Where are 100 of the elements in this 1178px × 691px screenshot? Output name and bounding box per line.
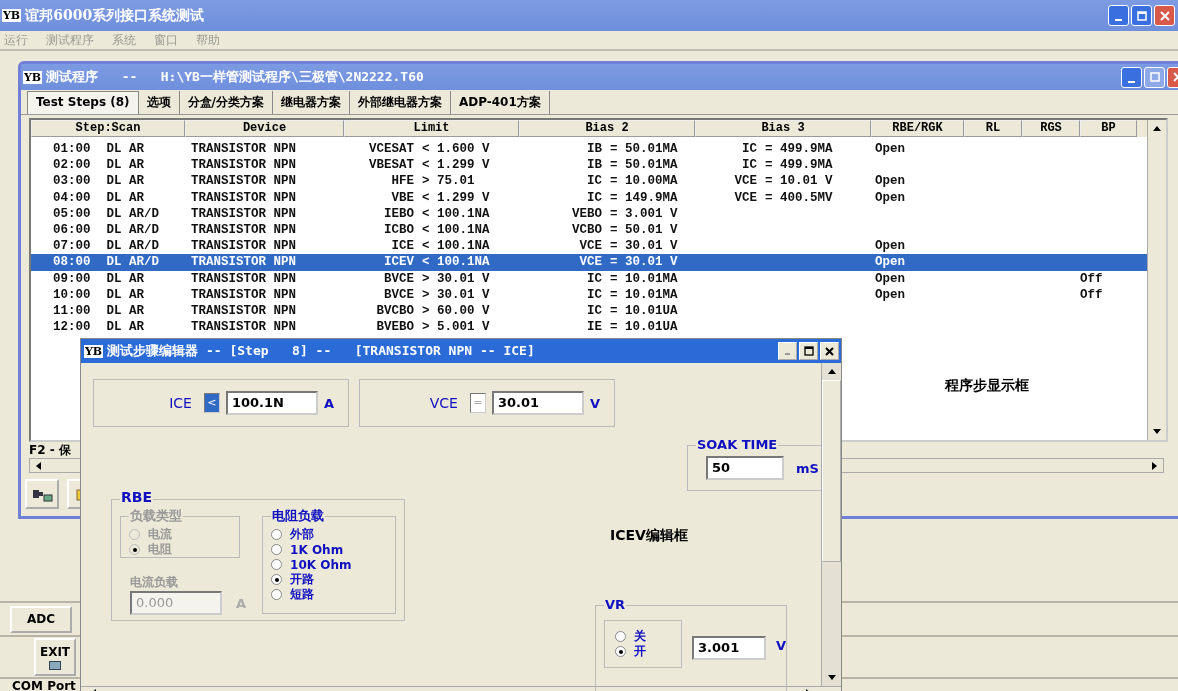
table-cell: DL AR/D xyxy=(106,238,160,255)
table-cell: 07:00 xyxy=(53,238,91,255)
table-cell-text: VCESAT xyxy=(368,141,414,158)
table-cell-text: IB xyxy=(586,141,602,158)
table-row[interactable]: 12:00 DL AR TRANSISTOR NPN BVEBO > 5.001 V IE = 10.01UA xyxy=(31,319,1147,336)
table-cell: DL AR xyxy=(106,141,145,158)
table-row[interactable]: 06:00 DL AR/D TRANSISTOR NPN ICBO < 100.1NA VCBO = 50.01 V xyxy=(31,221,1147,239)
table-cell-text: IC xyxy=(741,141,757,158)
table-cell-text: IC xyxy=(586,270,602,287)
table-row[interactable]: 09:00 DL AR TRANSISTOR NPN BVCE > 30.01 V IC = 10.01MA Open Off xyxy=(31,270,1147,287)
parameter-label: VCE xyxy=(429,395,458,411)
column-header[interactable]: Bias 2 xyxy=(519,120,695,137)
radio-label: 电流 xyxy=(148,526,172,543)
table-cell: = 499.9MA xyxy=(765,141,833,158)
tab[interactable]: 继电器方案 xyxy=(272,91,350,114)
unit-label: A xyxy=(236,595,247,611)
window-title: 测试程序 -- H:\YB一样管测试程序\三极管\2N2222.T60 xyxy=(46,68,425,86)
group-title: 电阻负载 xyxy=(271,508,326,523)
table-cell: < 1.600 V xyxy=(422,141,490,158)
table-cell: DL AR xyxy=(106,173,145,190)
table-cell-text: HFE xyxy=(390,173,414,190)
radio-button[interactable] xyxy=(615,631,626,642)
minimize-button[interactable] xyxy=(1121,66,1142,88)
value-field[interactable]: 30.01 xyxy=(491,391,584,415)
column-header[interactable]: Bias 3 xyxy=(695,120,871,137)
value-field[interactable]: 100.1N xyxy=(225,391,318,415)
table-cell-text: VCE xyxy=(578,254,602,271)
maximize-button[interactable] xyxy=(799,342,818,360)
minimize-button[interactable] xyxy=(1108,5,1129,26)
table-cell-text: ICBO xyxy=(383,221,414,239)
table-cell-text: Open xyxy=(874,238,905,255)
table-cell: 01:00 xyxy=(53,141,91,158)
radio-label: 关 xyxy=(634,628,646,645)
table-caption: 程序步显示框 xyxy=(945,377,1029,396)
table-cell: > 75.01 xyxy=(422,173,475,190)
parameter-label: ICE xyxy=(169,395,192,411)
table-row[interactable]: 05:00 DL AR/D TRANSISTOR NPN IEBO < 100.1NA VEBO = 3.001 V xyxy=(31,205,1147,222)
table-cell: = 10.00MA xyxy=(610,173,678,190)
comparison-selector[interactable]: < xyxy=(203,393,220,413)
table-row[interactable]: 07:00 DL AR/D TRANSISTOR NPN ICE < 100.1NA VCE = 30.01 V Open xyxy=(31,238,1147,255)
radio-button[interactable] xyxy=(271,589,283,600)
table-cell-text: IC xyxy=(586,189,602,206)
table-cell: < 100.1NA xyxy=(422,221,490,239)
table-row[interactable]: 04:00 DL AR TRANSISTOR NPN VBE < 1.299 V IC = 149.9MA VCE = 400.5MV Open xyxy=(31,189,1147,206)
exit-button[interactable]: EXIT xyxy=(34,638,76,676)
toolbar-button[interactable] xyxy=(25,479,59,509)
column-header[interactable]: Device xyxy=(185,120,344,137)
adc-button[interactable]: ADC xyxy=(10,605,72,633)
table-cell: 02:00 xyxy=(53,157,91,174)
table-cell: 06:00 xyxy=(53,221,91,239)
table-cell: 12:00 xyxy=(53,319,91,336)
table-row[interactable]: 02:00 DL AR TRANSISTOR NPN VBESAT < 1.299 V IB = 50.01MA IC = 499.9MA xyxy=(31,157,1147,174)
table-cell: 08:00 xyxy=(53,254,91,271)
radio-button[interactable] xyxy=(615,646,626,657)
tab[interactable]: 分盒/分类方案 xyxy=(179,91,273,114)
column-header[interactable]: Step:Scan xyxy=(31,120,185,137)
close-button[interactable] xyxy=(820,342,839,360)
tab[interactable]: Test Steps (8) xyxy=(27,91,139,114)
table-row[interactable]: 11:00 DL AR TRANSISTOR NPN BVCBO > 60.00 V IC = 10.01UA xyxy=(31,302,1147,320)
vr-voltage-field[interactable]: 3.001 xyxy=(692,636,766,660)
table-cell: = 400.5MV xyxy=(765,189,833,206)
group-title: VR xyxy=(604,597,627,612)
table-cell-text: TRANSISTOR NPN xyxy=(190,270,297,287)
minimize-icon xyxy=(1128,80,1135,83)
tab[interactable]: 外部继电器方案 xyxy=(349,91,451,114)
table-cell-text: ICEV xyxy=(383,254,414,271)
table-cell: DL AR xyxy=(106,319,145,336)
table-cell: < 100.1NA xyxy=(422,205,490,222)
left-arrow-icon xyxy=(36,461,41,470)
vertical-scrollbar[interactable] xyxy=(821,363,841,686)
table-row[interactable]: 10:00 DL AR TRANSISTOR NPN BVCE > 30.01 V IC = 10.01MA Open Off xyxy=(31,286,1147,303)
table-cell-text: VCE xyxy=(578,238,602,255)
table-row[interactable]: 03:00 DL AR TRANSISTOR NPN HFE > 75.01 IC = 10.00MA VCE = 10.01 V Open xyxy=(31,173,1147,190)
radio-button[interactable] xyxy=(271,544,283,555)
unit-label: V xyxy=(775,638,786,653)
radio-button[interactable] xyxy=(271,574,283,585)
tab[interactable]: 选项 xyxy=(138,91,180,114)
column-header[interactable]: RBE/RGK xyxy=(871,120,964,137)
minimize-icon xyxy=(1115,19,1122,21)
app-logo: YB xyxy=(2,9,22,22)
table-cell-text: BVCBO xyxy=(375,302,414,320)
com-port-label: COM Port xyxy=(12,679,76,691)
column-header[interactable]: RL xyxy=(964,120,1022,137)
table-cell-text: TRANSISTOR NPN xyxy=(190,302,297,320)
soak-time-field[interactable]: 50 xyxy=(706,456,784,480)
column-header[interactable]: Limit xyxy=(344,120,519,137)
radio-button[interactable] xyxy=(271,559,283,570)
table-cell: DL AR/D xyxy=(106,205,160,222)
tab[interactable]: ADP-401方案 xyxy=(450,91,550,114)
scroll-thumb[interactable] xyxy=(822,380,841,562)
column-header[interactable]: RGS xyxy=(1022,120,1080,137)
table-row[interactable]: 08:00 DL AR/D TRANSISTOR NPN ICEV < 100.1NA VCE = 30.01 V Open xyxy=(31,254,1147,271)
radio-button[interactable] xyxy=(271,529,283,540)
table-cell-text: IC xyxy=(586,173,602,190)
table-row[interactable]: 01:00 DL AR TRANSISTOR NPN VCESAT < 1.600 V IB = 50.01MA IC = 499.9MA Open xyxy=(31,141,1147,158)
table-cell: DL AR xyxy=(106,157,145,174)
table-cell-text: TRANSISTOR NPN xyxy=(190,238,297,255)
table-cell: Off xyxy=(1080,286,1103,303)
vertical-scrollbar[interactable] xyxy=(1147,120,1166,440)
column-header[interactable]: BP xyxy=(1080,120,1137,137)
